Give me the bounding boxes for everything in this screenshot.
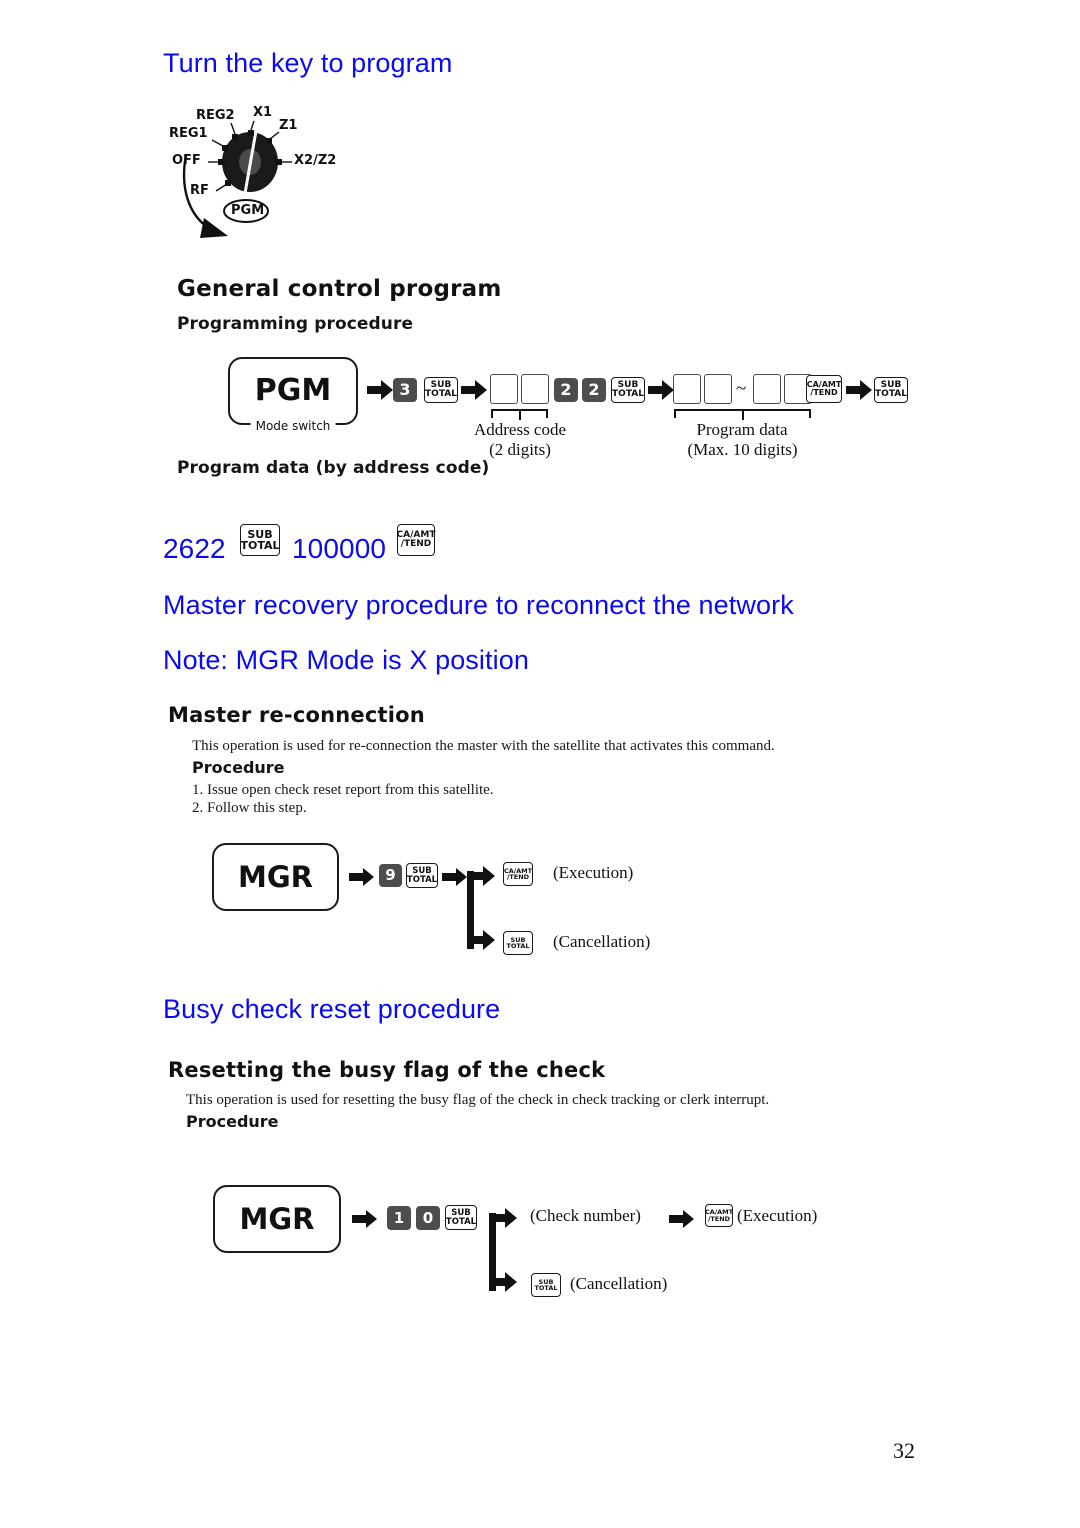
heading-master-re-connection: Master re-connection	[168, 703, 425, 727]
subheading-programming-procedure: Programming procedure	[177, 314, 414, 334]
keycap-2-second-label: 2	[588, 380, 600, 399]
dial-label-x1: X1	[253, 105, 273, 120]
master-re-connection-step-1: 1. Issue open check reset report from th…	[192, 782, 494, 798]
cancellation-label: (Cancellation)	[553, 932, 651, 951]
dial-label-rf: RF	[190, 183, 209, 198]
heading-turn-the-key-to-program: Turn the key to program	[163, 48, 453, 78]
flow-arrow-icon	[846, 380, 872, 400]
keycap-2-second: 2	[582, 378, 606, 402]
keycap-ca-amt-tend: CA/AMT /TEND	[806, 375, 842, 403]
keycap-subtotal: SUB TOTAL	[503, 931, 533, 955]
example-address-code-value: 2622	[163, 533, 226, 564]
keycap-subtotal-line2: TOTAL	[875, 389, 907, 399]
cancellation-label: (Cancellation)	[570, 1274, 668, 1293]
subheading-program-data-by-address-code: Program data (by address code)	[177, 458, 490, 478]
heading-resetting-the-busy-flag: Resetting the busy flag of the check	[168, 1058, 606, 1082]
keycap-subtotal: SUB TOTAL	[611, 377, 645, 403]
keycap-subtotal-line2: TOTAL	[506, 942, 530, 950]
address-code-caption-line1: Address code	[473, 420, 567, 439]
keycap-ca-amt-tend: CA/AMT /TEND	[503, 862, 533, 886]
mode-switch-box-mgr-label: MGR	[239, 1201, 315, 1236]
keycap-subtotal-line2: TOTAL	[534, 1284, 558, 1292]
heading-busy-check-reset-procedure: Busy check reset procedure	[163, 994, 501, 1024]
note-mgr-mode-x-position: Note: MGR Mode is X position	[163, 645, 529, 675]
flow-arrow-icon-execution-branch	[467, 866, 495, 886]
dial-label-pgm: PGM	[231, 203, 265, 218]
program-data-digit-box-3	[753, 374, 781, 404]
address-code-digit-box-1	[490, 374, 518, 404]
mode-switch-box-mgr: MGR	[213, 1185, 341, 1253]
keycap-subtotal-line2: TOTAL	[425, 389, 457, 399]
page-number: 32	[893, 1438, 915, 1463]
execution-label: (Execution)	[737, 1206, 818, 1225]
example-program-data-value: 100000	[292, 533, 387, 564]
flow-arrow-icon	[349, 867, 374, 886]
mode-switch-box-mgr-label: MGR	[238, 859, 313, 894]
keycap-subtotal: SUB TOTAL	[874, 377, 908, 403]
keycap-ca-amt-tend-line2: /TEND	[506, 873, 530, 881]
mode-switch-box-pgm: PGM Mode switch	[228, 357, 358, 433]
keycap-subtotal-line2: TOTAL	[240, 539, 280, 552]
check-number-label: (Check number)	[530, 1206, 641, 1225]
flow-arrow-icon	[648, 380, 674, 400]
flow-arrow-icon	[461, 380, 487, 400]
dial-label-x2z2: X2/Z2	[294, 153, 337, 168]
keycap-1-label: 1	[393, 1208, 405, 1227]
keycap-0-label: 0	[422, 1208, 434, 1227]
keycap-subtotal: SUB TOTAL	[531, 1273, 561, 1297]
keycap-ca-amt-tend-line2: /TEND	[400, 539, 432, 549]
address-code-digit-box-2	[521, 374, 549, 404]
busy-check-reset-procedure-title: Procedure	[186, 1112, 279, 1131]
keycap-0: 0	[416, 1206, 440, 1230]
address-code-caption-line2: (2 digits)	[489, 440, 551, 459]
execution-label: (Execution)	[553, 863, 634, 882]
flow-arrow-icon	[669, 1209, 694, 1228]
flow-arrow-icon	[442, 867, 467, 886]
keycap-ca-amt-tend-line2: /TEND	[810, 388, 838, 397]
keycap-ca-amt-tend: CA/AMT /TEND	[705, 1204, 733, 1227]
heading-master-recovery-procedure: Master recovery procedure to reconnect t…	[163, 590, 794, 620]
keycap-subtotal-line2: TOTAL	[612, 389, 644, 399]
keycap-subtotal: SUB TOTAL	[424, 377, 458, 403]
master-re-connection-procedure-title: Procedure	[192, 758, 285, 777]
document-page: Turn the key to program REG2 X1 REG1 Z1 …	[0, 0, 1080, 1528]
dial-label-z1: Z1	[279, 118, 298, 133]
master-re-connection-description: This operation is used for re-connection…	[192, 738, 775, 754]
range-separator-tilde: ~	[736, 378, 747, 399]
keycap-9-label: 9	[385, 866, 396, 884]
keycap-3-label: 3	[399, 380, 411, 399]
keycap-1: 1	[387, 1206, 411, 1230]
dial-label-reg2: REG2	[196, 108, 235, 123]
keycap-9: 9	[379, 864, 402, 887]
keycap-2-first: 2	[554, 378, 578, 402]
keycap-3: 3	[393, 378, 417, 402]
dial-label-reg1: REG1	[169, 126, 208, 141]
mode-switch-box-mgr: MGR	[212, 843, 339, 911]
program-data-digit-box-1	[673, 374, 701, 404]
keycap-ca-amt-tend-line2: /TEND	[707, 1214, 731, 1223]
busy-check-reset-description: This operation is used for resetting the…	[186, 1092, 770, 1108]
keycap-subtotal: SUB TOTAL	[445, 1205, 477, 1230]
dial-label-off: OFF	[172, 153, 201, 168]
keycap-subtotal-line2: TOTAL	[445, 1216, 477, 1227]
heading-general-control-program: General control program	[177, 276, 502, 302]
mode-key-dial-illustration: REG2 X1 REG1 Z1 OFF X2/Z2 RF PGM	[169, 105, 358, 250]
mode-switch-box-pgm-label: PGM	[254, 373, 332, 408]
keycap-subtotal: SUB TOTAL	[240, 524, 280, 556]
mode-switch-caption: Mode switch	[250, 419, 336, 433]
master-re-connection-step-2: 2. Follow this step.	[192, 800, 307, 816]
keycap-2-first-label: 2	[560, 380, 572, 399]
flow-arrow-icon	[367, 380, 393, 400]
flow-arrow-icon-cancellation-branch	[489, 1272, 517, 1292]
flow-arrow-icon-check-number-branch	[489, 1208, 517, 1228]
keycap-subtotal: SUB TOTAL	[406, 863, 438, 888]
program-data-digit-box-2	[704, 374, 732, 404]
program-data-caption-line2: (Max. 10 digits)	[687, 440, 798, 459]
keycap-ca-amt-tend: CA/AMT /TEND	[397, 524, 435, 556]
flow-arrow-icon	[352, 1209, 377, 1228]
keycap-subtotal-line2: TOTAL	[406, 874, 438, 885]
program-data-caption-line1: Program data	[696, 420, 788, 439]
flow-arrow-icon-cancellation-branch	[467, 930, 495, 950]
